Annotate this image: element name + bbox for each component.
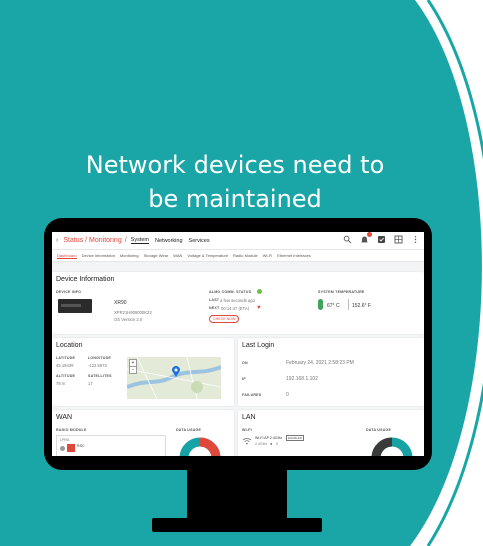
zoom-out-button[interactable]: − bbox=[129, 366, 137, 374]
next-label: NEXT bbox=[209, 306, 220, 310]
radio-module-sub: RSC bbox=[77, 444, 85, 448]
nav-system[interactable]: System bbox=[130, 237, 150, 244]
router-image bbox=[58, 299, 92, 313]
monitor-stand-base bbox=[152, 518, 322, 532]
device-info-label: DEVICE INFO bbox=[56, 290, 82, 294]
radio-module-name: LPRA bbox=[60, 438, 70, 442]
satellites-label: SATELLITES bbox=[88, 374, 112, 378]
lan-data-usage-label: DATA USAGE bbox=[366, 428, 392, 432]
headline-line-2: be maintained bbox=[148, 185, 322, 213]
tab-storage-wear[interactable]: Storage Wear bbox=[144, 253, 169, 258]
nav-networking[interactable]: Networking bbox=[155, 238, 183, 244]
last-value: a few seconds ago bbox=[220, 298, 255, 303]
radio-module-box[interactable]: LPRA RSC bbox=[56, 435, 166, 456]
longitude-label: LONGITUDE bbox=[88, 356, 111, 360]
breadcrumb-title[interactable]: Status / Monitoring bbox=[63, 237, 121, 244]
last-login-card: Last Login ON February 24, 2021 2:58:23 … bbox=[238, 338, 424, 406]
temp-celsius: 67° C bbox=[327, 303, 340, 309]
device-info-card: Device Information DEVICE INFO XR90 XPR2… bbox=[52, 272, 424, 334]
breadcrumb-separator: / bbox=[124, 237, 127, 244]
device-os-version: OS Version 2.0 bbox=[114, 317, 143, 322]
headline: Network devices need to be maintained bbox=[60, 148, 410, 216]
subtab-bar: Dashboard Device Information Monitoring … bbox=[52, 250, 424, 262]
wifi-ap-name[interactable]: Wi-Fi AP 2.4GHz bbox=[255, 436, 282, 440]
monitor-screen: ‹ Status / Monitoring / System Networkin… bbox=[52, 232, 424, 456]
wan-title: WAN bbox=[56, 414, 73, 421]
checkbox-icon[interactable] bbox=[377, 235, 386, 244]
radio-module-label: RADIO MODULE bbox=[56, 428, 87, 432]
altitude-value: 78 m bbox=[56, 381, 66, 386]
nav-services[interactable]: Services bbox=[189, 238, 210, 244]
login-on-label: ON bbox=[242, 361, 248, 365]
login-failures-label: FAILURES bbox=[242, 393, 262, 397]
radio-signal-icon bbox=[67, 444, 75, 452]
radio-status-icon bbox=[60, 446, 65, 451]
tab-wan[interactable]: WAN bbox=[173, 253, 182, 258]
status-ok-icon bbox=[257, 289, 262, 294]
altitude-label: ALTITUDE bbox=[56, 374, 76, 378]
back-arrow-icon[interactable]: ‹ bbox=[56, 237, 58, 244]
location-map[interactable]: + − bbox=[127, 357, 221, 399]
temp-fahrenheit: 152.6° F bbox=[352, 303, 371, 309]
notification-badge bbox=[367, 232, 372, 237]
device-info-title: Device Information bbox=[56, 276, 115, 283]
app-header: ‹ Status / Monitoring / System Networkin… bbox=[52, 232, 424, 250]
tab-device-information[interactable]: Device Information bbox=[82, 253, 115, 258]
lan-title: LAN bbox=[242, 414, 256, 421]
system-temperature-label: SYSTEM TEMPERATURE bbox=[318, 290, 365, 294]
longitude-value: -122.5973 bbox=[88, 363, 107, 368]
wifi-icon bbox=[242, 438, 252, 445]
latitude-value: 45.19439 bbox=[56, 363, 74, 368]
map-terrain bbox=[127, 357, 221, 399]
slide: Network devices need to be maintained ‹ … bbox=[0, 0, 483, 546]
map-pin-icon bbox=[172, 366, 180, 377]
tab-radio-module[interactable]: Radio Module bbox=[233, 253, 258, 258]
wan-card: WAN RADIO MODULE DATA USAGE LPRA RSC bbox=[52, 410, 234, 456]
next-value: 00:14:47 (ETA) bbox=[221, 306, 250, 311]
latitude-label: LATITUDE bbox=[56, 356, 76, 360]
check-now-button[interactable]: CHECK NOW bbox=[209, 315, 240, 323]
wan-data-usage-label: DATA USAGE bbox=[176, 428, 202, 432]
wifi-detail: 2.4GHz bbox=[255, 442, 268, 446]
last-label: LAST bbox=[209, 298, 220, 302]
tab-monitoring[interactable]: Monitoring bbox=[120, 253, 139, 258]
heart-icon: ♥ bbox=[257, 305, 261, 311]
login-ip-label: IP bbox=[242, 377, 246, 381]
tab-ethernet-interfaces[interactable]: Ethernet Interfaces bbox=[277, 253, 311, 258]
more-icon[interactable] bbox=[411, 235, 420, 244]
location-title: Location bbox=[56, 342, 83, 349]
wifi-enabled-badge: ENABLED bbox=[286, 435, 305, 441]
satellites-value: 17 bbox=[88, 381, 93, 386]
temp-divider bbox=[348, 299, 349, 310]
headline-line-1: Network devices need to bbox=[85, 151, 385, 179]
login-on-value: February 24, 2021 2:58:23 PM bbox=[286, 360, 354, 366]
user-icon: ● bbox=[270, 441, 273, 446]
tab-dashboard[interactable]: Dashboard bbox=[57, 253, 77, 259]
lan-usage-donut bbox=[371, 437, 413, 456]
wifi-label: WI-FI bbox=[242, 428, 252, 432]
grid-icon[interactable] bbox=[394, 235, 403, 244]
bell-icon[interactable] bbox=[360, 232, 372, 244]
login-failures-value: 0 bbox=[286, 392, 289, 398]
monitor-stand-neck bbox=[187, 468, 287, 522]
almo-status-label: ALMO COMM. STATUS bbox=[209, 290, 252, 294]
last-login-title: Last Login bbox=[242, 342, 275, 349]
search-icon[interactable] bbox=[343, 235, 352, 244]
wifi-clients: 0 bbox=[276, 442, 278, 446]
login-ip-value: 192.168.1.102 bbox=[286, 376, 318, 382]
device-model: XR90 bbox=[114, 300, 127, 306]
wan-usage-donut bbox=[179, 437, 221, 456]
device-serial: XPR21H909000K23 bbox=[114, 310, 152, 315]
lan-card: LAN WI-FI DATA USAGE Wi-Fi AP 2.4GHz ENA… bbox=[238, 410, 424, 456]
tab-voltage-temperature[interactable]: Voltage & Temperature bbox=[187, 253, 228, 258]
tab-wifi[interactable]: Wi-Fi bbox=[263, 253, 272, 258]
thermometer-icon bbox=[318, 299, 323, 310]
